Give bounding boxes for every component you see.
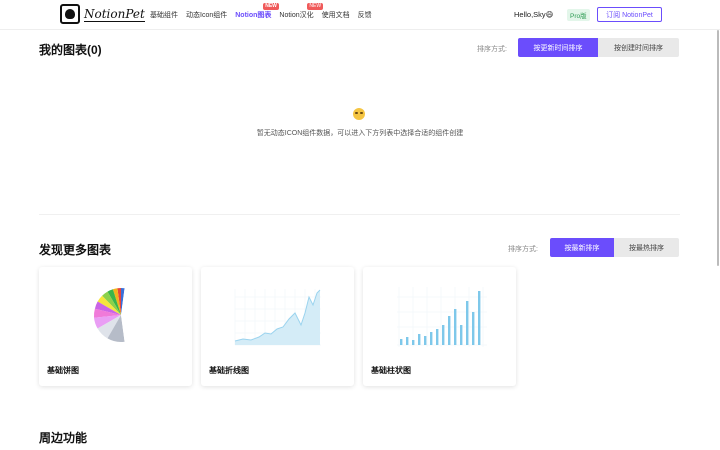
nav-item-feedback[interactable]: 反馈 xyxy=(358,10,372,20)
my-charts-title: 我的图表(0) xyxy=(39,43,102,57)
line-chart-preview-icon xyxy=(234,289,321,346)
empty-state-emoji-icon xyxy=(353,108,365,120)
chart-card-bar[interactable]: 基础柱状图 xyxy=(363,267,516,386)
discover-sort-label: 排序方式: xyxy=(508,246,538,253)
card-label: 基础折线图 xyxy=(209,366,249,375)
bar-chart-preview-icon xyxy=(397,287,487,347)
page: NotionPet 基础组件 动态Icon组件 Notion图表 NEW Noti… xyxy=(0,0,720,450)
chart-card-pie[interactable]: 基础饼图 xyxy=(39,267,192,386)
scrollbar[interactable] xyxy=(717,30,719,266)
nav-item-dynamic-icon[interactable]: 动态Icon组件 xyxy=(186,10,227,20)
sort-by-update-button[interactable]: 按更新时间排序 xyxy=(518,38,598,57)
peripheral-title: 周边功能 xyxy=(39,431,88,445)
nav-item-docs[interactable]: 使用文档 xyxy=(322,10,350,20)
logo-text: NotionPet xyxy=(84,6,145,22)
new-badge: NEW xyxy=(307,3,324,10)
chart-card-line[interactable]: 基础折线图 xyxy=(201,267,354,386)
section-divider xyxy=(39,214,680,215)
subscribe-button[interactable]: 订阅 NotionPet xyxy=(597,7,662,22)
empty-state-message: 暂无动态ICON组件数据，可以进入下方列表中选择合适的组件创建 xyxy=(256,130,464,137)
my-charts-sort-label: 排序方式: xyxy=(477,46,507,53)
nav-item-notion-charts[interactable]: Notion图表 NEW xyxy=(235,3,279,20)
nav-item-basic-components[interactable]: 基础组件 xyxy=(150,10,178,20)
sort-by-hottest-button[interactable]: 按最热排序 xyxy=(614,238,679,257)
pro-badge: Pro版 xyxy=(567,9,590,21)
main-nav: 基础组件 动态Icon组件 Notion图表 NEW Notion汉化 NEW 使用… xyxy=(150,3,380,20)
pie-chart-preview-icon xyxy=(93,288,148,342)
card-label: 基础饼图 xyxy=(47,366,79,375)
logo[interactable]: NotionPet xyxy=(60,4,145,24)
sort-by-create-button[interactable]: 按创建时间排序 xyxy=(598,38,679,57)
new-badge: NEW xyxy=(263,3,279,10)
user-greeting[interactable]: Hello,Sky😄 xyxy=(514,10,554,19)
discover-title: 发现更多图表 xyxy=(39,243,112,257)
nav-item-notion-localization[interactable]: Notion汉化 NEW xyxy=(279,3,324,20)
sort-by-newest-button[interactable]: 按最新排序 xyxy=(550,238,614,257)
top-nav-bar: NotionPet 基础组件 动态Icon组件 Notion图表 NEW Noti… xyxy=(0,0,720,30)
card-label: 基础柱状图 xyxy=(371,366,411,375)
paw-logo-icon xyxy=(60,4,80,24)
